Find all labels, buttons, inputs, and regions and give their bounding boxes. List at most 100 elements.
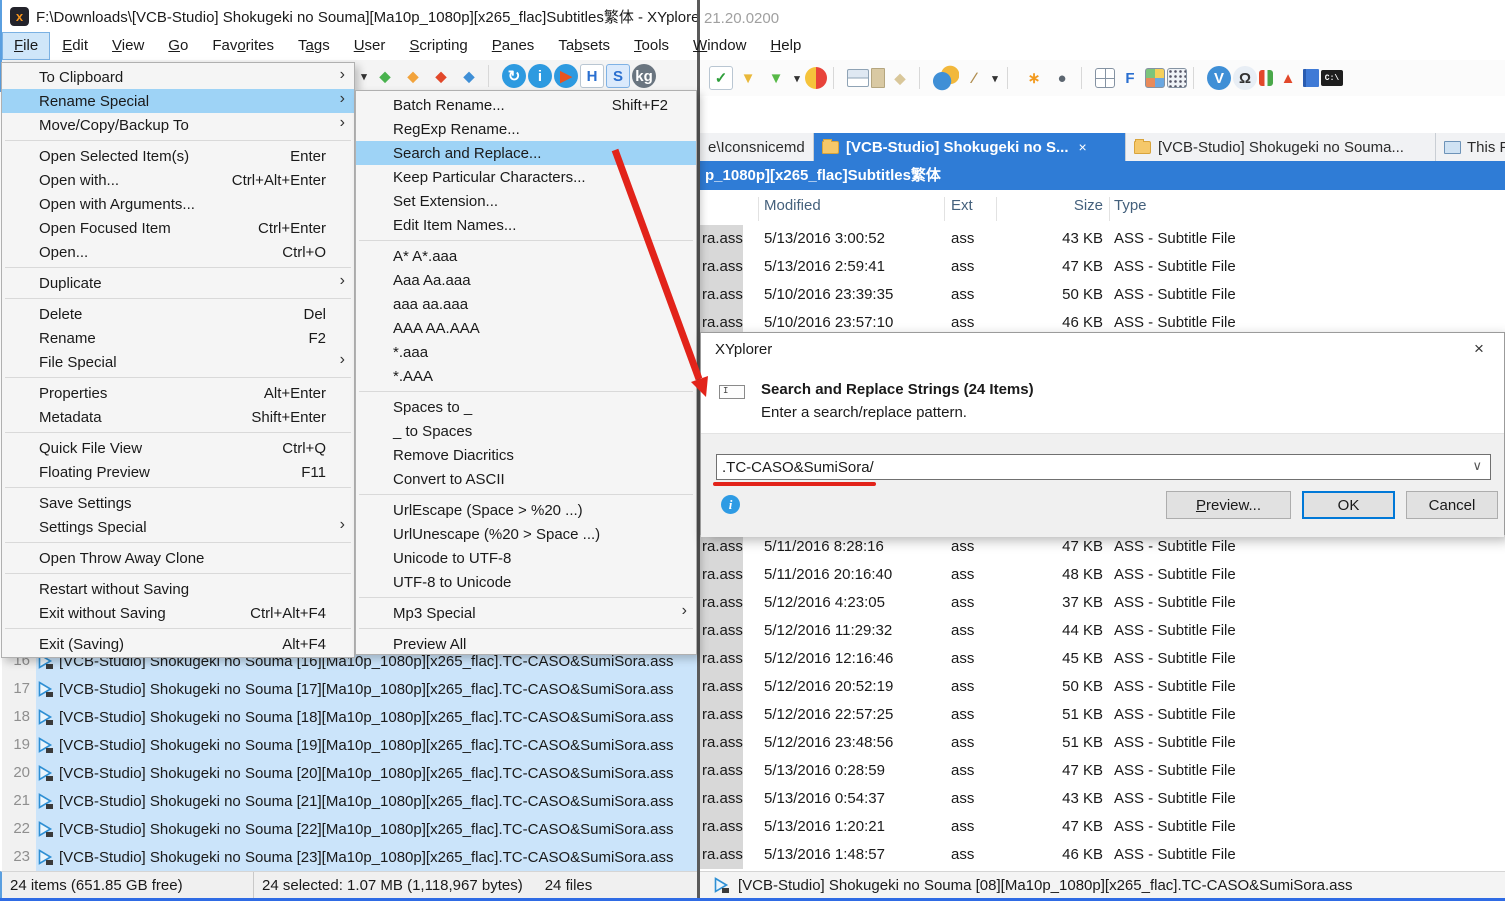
menu-item[interactable]: To Clipboard › xyxy=(2,65,354,89)
split-panes-icon[interactable] xyxy=(847,69,869,87)
submenu-item[interactable]: Batch Rename... Shift+F2 › xyxy=(356,93,696,117)
menu-item[interactable]: Rename Special › xyxy=(2,89,354,113)
tag-orange-icon[interactable]: ◆ xyxy=(400,63,426,89)
file-row-selected[interactable]: 18 [VCB-Studio] Shokugeki no Souma [18][… xyxy=(2,703,697,731)
menu-item[interactable]: Open with... Ctrl+Alt+Enter › xyxy=(2,168,354,192)
submenu-item[interactable]: Preview All › xyxy=(356,632,696,656)
submenu-item[interactable]: AAA AA.AAA › xyxy=(356,316,696,340)
submenu-item[interactable]: *.AAA › xyxy=(356,364,696,388)
chevron-down-icon[interactable]: ∨ xyxy=(1472,458,1482,474)
preview-button[interactable]: Preview... xyxy=(1166,491,1291,519)
toolbar-separator[interactable] xyxy=(833,67,842,89)
filter-caret-icon[interactable]: ▾ xyxy=(791,65,803,91)
menu-item[interactable]: Open Focused Item Ctrl+Enter › xyxy=(2,216,354,240)
menubar-item[interactable]: Help xyxy=(758,32,813,60)
refresh-icon[interactable]: ↻ xyxy=(502,64,526,88)
menu-item[interactable]: Open Selected Item(s) Enter › xyxy=(2,144,354,168)
tab[interactable]: [VCB-Studio] Shokugeki no Souma... × xyxy=(1126,133,1436,161)
menu-item[interactable]: Quick File View Ctrl+Q › xyxy=(2,436,354,460)
checkbox-icon[interactable]: ✓ xyxy=(709,66,733,90)
table-row[interactable]: ra.ass 5/12/2016 11:29:32 ass 44 KB ASS … xyxy=(700,617,1505,645)
menubar-item[interactable]: Window xyxy=(681,32,758,60)
menubar-item[interactable]: Tags xyxy=(286,32,342,60)
menubar-item[interactable]: Tools xyxy=(622,32,681,60)
menu-item[interactable]: Floating Preview F11 › xyxy=(2,460,354,484)
tag-blue-icon[interactable]: ◆ xyxy=(456,63,482,89)
column-header-ext[interactable]: Ext xyxy=(951,197,973,214)
grid-icon[interactable] xyxy=(1095,68,1115,88)
submenu-item[interactable]: Unicode to UTF-8 › xyxy=(356,546,696,570)
file-row-selected[interactable]: 23 [VCB-Studio] Shokugeki no Souma [23][… xyxy=(2,843,697,871)
menubar-item[interactable]: Tabsets xyxy=(546,32,622,60)
doc-h-icon[interactable]: H xyxy=(580,64,604,88)
submenu-item[interactable]: _ to Spaces › xyxy=(356,419,696,443)
submenu-item[interactable]: UTF-8 to Unicode › xyxy=(356,570,696,594)
file-row-selected[interactable]: 19 [VCB-Studio] Shokugeki no Souma [19][… xyxy=(2,731,697,759)
go-arrow-icon[interactable]: ▶ xyxy=(554,64,578,88)
info-circle-icon[interactable]: i xyxy=(528,64,552,88)
filter-green-icon[interactable]: ▼ xyxy=(763,65,789,91)
address-path-bar[interactable]: p_1080p][x265_flac]Subtitles繁体 xyxy=(700,161,1505,190)
color-filter-icon[interactable] xyxy=(933,65,959,91)
grid-dots-icon[interactable] xyxy=(1167,68,1187,88)
table-row[interactable]: ra.ass 5/12/2016 12:16:46 ass 45 KB ASS … xyxy=(700,645,1505,673)
menu-item[interactable]: Delete Del › xyxy=(2,302,354,326)
menubar-item[interactable]: Favorites xyxy=(200,32,286,60)
submenu-item[interactable]: UrlEscape (Space > %20 ...) › xyxy=(356,498,696,522)
column-header-modified[interactable]: Modified xyxy=(764,197,821,214)
menu-item[interactable]: Open with Arguments... › xyxy=(2,192,354,216)
table-row[interactable]: ra.ass 5/13/2016 1:48:57 ass 46 KB ASS -… xyxy=(700,841,1505,869)
brush-icon[interactable]: ∕ xyxy=(961,65,987,91)
weight-kg-icon[interactable]: kg xyxy=(632,64,656,88)
menu-item[interactable]: Restart without Saving › xyxy=(2,577,354,601)
table-row[interactable]: ra.ass 5/12/2016 4:23:05 ass 37 KB ASS -… xyxy=(700,589,1505,617)
moon-icon[interactable]: ● xyxy=(1049,65,1075,91)
menu-item[interactable]: Open Throw Away Clone › xyxy=(2,546,354,570)
file-row-selected[interactable]: 17 [VCB-Studio] Shokugeki no Souma [17][… xyxy=(2,675,697,703)
table-row[interactable]: ra.ass 5/12/2016 23:48:56 ass 51 KB ASS … xyxy=(700,729,1505,757)
column-header-size[interactable]: Size xyxy=(998,197,1103,214)
tag-red-icon[interactable]: ◆ xyxy=(428,63,454,89)
columns-red-green-icon[interactable] xyxy=(1259,70,1273,86)
menubar-item[interactable]: Edit xyxy=(50,32,100,60)
menu-item[interactable]: Duplicate › xyxy=(2,271,354,295)
v-circle-icon[interactable]: V xyxy=(1207,66,1231,90)
column-header-type[interactable]: Type xyxy=(1114,197,1147,214)
menubar-item[interactable]: Go xyxy=(156,32,200,60)
menubar-item[interactable]: View xyxy=(100,32,156,60)
file-row-selected[interactable]: 20 [VCB-Studio] Shokugeki no Souma [20][… xyxy=(2,759,697,787)
menu-item[interactable]: Metadata Shift+Enter › xyxy=(2,405,354,429)
submenu-item[interactable]: Mp3 Special › xyxy=(356,601,696,625)
submenu-item[interactable]: *.aaa › xyxy=(356,340,696,364)
menubar-item[interactable]: User xyxy=(342,32,398,60)
terminal-icon[interactable]: C:\ xyxy=(1321,70,1343,86)
submenu-item[interactable]: aaa aa.aaa › xyxy=(356,292,696,316)
submenu-item[interactable]: Aaa Aa.aaa › xyxy=(356,268,696,292)
ok-button[interactable]: OK xyxy=(1302,491,1395,519)
font-f-icon[interactable]: F xyxy=(1117,65,1143,91)
menu-item[interactable]: Exit without Saving Ctrl+Alt+F4 › xyxy=(2,601,354,625)
title-bar[interactable]: x F:\Downloads\[VCB-Studio] Shokugeki no… xyxy=(0,0,697,32)
menu-item[interactable]: Exit (Saving) Alt+F4 › xyxy=(2,632,354,656)
book-icon[interactable] xyxy=(1303,69,1319,87)
gear-icon[interactable]: ∗ xyxy=(1021,65,1047,91)
table-row[interactable]: ra.ass 5/11/2016 20:16:40 ass 48 KB ASS … xyxy=(700,561,1505,589)
file-row-selected[interactable]: 22 [VCB-Studio] Shokugeki no Souma [22][… xyxy=(2,815,697,843)
submenu-item[interactable]: Remove Diacritics › xyxy=(356,443,696,467)
table-row[interactable]: ra.ass 5/12/2016 20:52:19 ass 50 KB ASS … xyxy=(700,673,1505,701)
tab[interactable]: This P × xyxy=(1436,133,1505,161)
menubar-item[interactable]: Scripting xyxy=(397,32,479,60)
toolbar-separator[interactable] xyxy=(1081,67,1090,89)
toolbar-separator[interactable] xyxy=(488,65,497,87)
toolbar-separator[interactable] xyxy=(1193,67,1202,89)
filter-yellow-icon[interactable]: ▼ xyxy=(735,65,761,91)
toolbar-overflow-caret-icon[interactable]: ▾ xyxy=(358,63,370,89)
menu-item[interactable]: Rename F2 › xyxy=(2,326,354,350)
doc-s-icon[interactable]: S xyxy=(606,64,630,88)
tag-green-icon[interactable]: ◆ xyxy=(372,63,398,89)
table-row[interactable]: ra.ass 5/12/2016 22:57:25 ass 51 KB ASS … xyxy=(700,701,1505,729)
info-icon[interactable]: i xyxy=(721,495,740,514)
table-row[interactable]: ra.ass 5/11/2016 8:28:16 ass 47 KB ASS -… xyxy=(700,533,1505,561)
preview-panel-icon[interactable] xyxy=(871,68,885,88)
brush-caret-icon[interactable]: ▾ xyxy=(989,65,1001,91)
